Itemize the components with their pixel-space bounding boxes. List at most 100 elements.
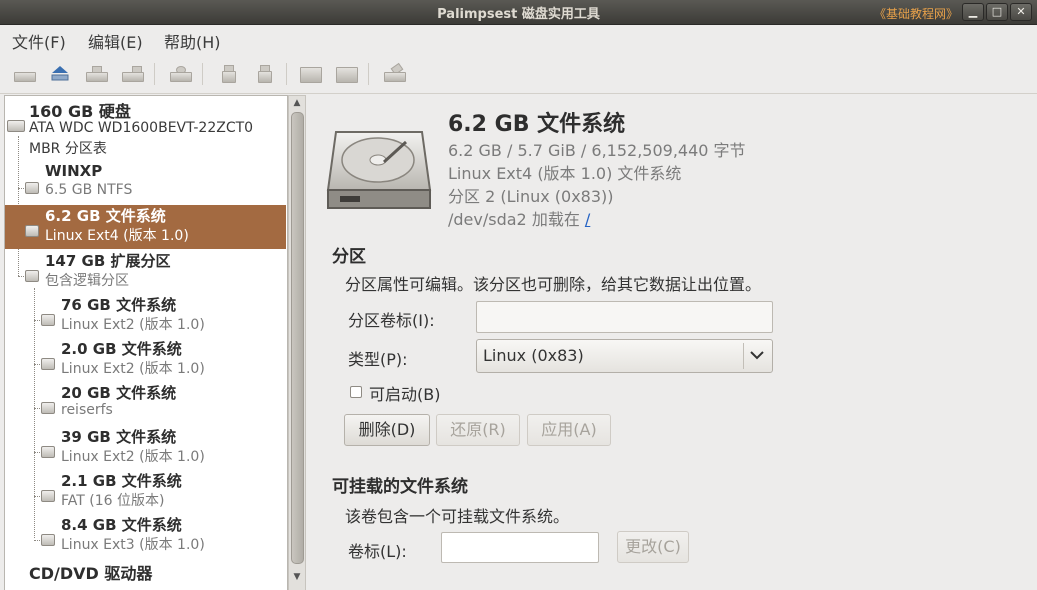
change-button[interactable]: 更改(C) [617, 531, 689, 563]
tree-item-title: 2.1 GB 文件系统 [61, 472, 182, 490]
partition-type-select[interactable]: Linux (0x83) [476, 339, 773, 373]
bootable-label[interactable]: 可启动(B) [369, 381, 440, 405]
partition-heading: 分区 [332, 247, 366, 267]
menu-file[interactable]: 文件(F) [12, 29, 66, 53]
volume-size: 6.2 GB / 5.7 GiB / 6,152,509,440 字节 [448, 141, 746, 160]
tree-item-subtitle: reiserfs [61, 402, 113, 418]
partition-icon [41, 358, 57, 370]
tree-item-logical[interactable]: 20 GB 文件系统 reiserfs [5, 382, 287, 426]
scroll-down-icon[interactable]: ▼ [289, 570, 305, 584]
volume-title: 6.2 GB 文件系统 [448, 112, 626, 137]
tree-item-selected-ext4[interactable]: 6.2 GB 文件系统 Linux Ext4 (版本 1.0) [5, 205, 286, 249]
tree-item-subtitle: Linux Ext2 (版本 1.0) [61, 449, 205, 465]
tree-scrollbar[interactable]: ▲ ▼ [288, 95, 306, 590]
chevron-down-icon[interactable] [749, 345, 765, 369]
tree-item-extended[interactable]: 147 GB 扩展分区 包含逻辑分区 [5, 250, 287, 294]
menu-bar: 文件(F) 编辑(E) 帮助(H) [0, 25, 1037, 53]
tree-item-subtitle: Linux Ext3 (版本 1.0) [61, 537, 205, 553]
partition-icon [25, 225, 41, 237]
device-tree[interactable]: 160 GB 硬盘 ATA WDC WD1600BEVT-22ZCT0 MBR … [4, 95, 288, 590]
partition-icon [41, 446, 57, 458]
minimize-button[interactable]: ▁ [962, 3, 984, 21]
tree-item-logical[interactable]: 39 GB 文件系统 Linux Ext2 (版本 1.0) [5, 426, 287, 470]
tree-item-title: WINXP [45, 162, 103, 180]
partition-label-label: 分区卷标(I): [348, 311, 435, 330]
mount-icon[interactable] [122, 65, 144, 83]
partition-icon [41, 402, 57, 414]
tree-item-subtitle: FAT (16 位版本) [61, 493, 165, 509]
benchmark-icon[interactable] [384, 62, 406, 83]
partition-icon [41, 314, 57, 326]
tree-item-title: 6.2 GB 文件系统 [45, 207, 166, 225]
menu-help[interactable]: 帮助(H) [164, 29, 221, 53]
hard-disk-large-icon [326, 131, 432, 209]
unmount-icon[interactable] [86, 65, 108, 83]
mount-prefix: /dev/sda2 加载在 [448, 210, 585, 229]
scroll-up-icon[interactable]: ▲ [289, 96, 305, 110]
combo-separator [743, 343, 744, 369]
tree-item-winxp[interactable]: WINXP 6.5 GB NTFS [5, 162, 287, 206]
smart-icon[interactable] [336, 65, 358, 83]
delete-button[interactable]: 删除(D) [344, 414, 430, 446]
format-icon[interactable] [300, 65, 322, 83]
partition-icon [41, 490, 57, 502]
check-icon[interactable] [170, 65, 192, 83]
partition-description: 分区属性可编辑。该分区也可删除，给其它数据让出位置。 [345, 275, 762, 294]
volume-filesystem: Linux Ext4 (版本 1.0) 文件系统 [448, 164, 682, 183]
volume-mount-info: /dev/sda2 加载在 / [448, 206, 590, 230]
tree-item-title: 2.0 GB 文件系统 [61, 340, 182, 358]
mount-point-link[interactable]: / [585, 210, 590, 229]
watermark-text: 《基础教程网》 [874, 7, 959, 21]
tree-item-subtitle: 包含逻辑分区 [45, 273, 129, 289]
partition-icon [41, 534, 57, 546]
create-partition-icon[interactable] [218, 65, 238, 83]
tree-item-title: CD/DVD 驱动器 [29, 564, 153, 583]
tree-item-title: 39 GB 文件系统 [61, 428, 177, 446]
partition-label-input[interactable] [476, 301, 773, 333]
toolbar-separator [286, 63, 287, 85]
title-bar[interactable]: Palimpsest 磁盘实用工具 《基础教程网》 ▁ □ ✕ [0, 0, 1037, 25]
tree-item-title: 160 GB 硬盘 [29, 102, 131, 121]
disk-utility-window: Palimpsest 磁盘实用工具 《基础教程网》 ▁ □ ✕ 文件(F) 编辑… [0, 0, 1037, 590]
tree-item-logical[interactable]: 8.4 GB 文件系统 Linux Ext3 (版本 1.0) [5, 514, 287, 558]
partition-type-label: 类型(P): [348, 350, 408, 369]
scroll-thumb[interactable] [291, 112, 304, 564]
hard-disk-icon [7, 120, 25, 132]
mountable-heading: 可挂载的文件系统 [332, 477, 468, 497]
maximize-button[interactable]: □ [986, 3, 1008, 21]
tree-item-title: 147 GB 扩展分区 [45, 252, 171, 270]
eject-glyph [51, 66, 69, 81]
partition-type-value: Linux (0x83) [483, 346, 584, 365]
revert-button[interactable]: 还原(R) [436, 414, 520, 446]
bootable-checkbox[interactable] [350, 386, 362, 398]
detach-icon[interactable] [14, 65, 36, 83]
menu-edit[interactable]: 编辑(E) [88, 29, 143, 53]
volume-label-label: 卷标(L): [348, 542, 407, 561]
tree-item-subtitle: 6.5 GB NTFS [45, 182, 133, 198]
toolbar [0, 55, 1037, 94]
mountable-description: 该卷包含一个可挂载文件系统。 [345, 507, 570, 526]
volume-label-input[interactable] [441, 532, 599, 563]
tree-item-subtitle: Linux Ext2 (版本 1.0) [61, 361, 205, 377]
close-button[interactable]: ✕ [1010, 3, 1032, 21]
tree-item-logical[interactable]: 76 GB 文件系统 Linux Ext2 (版本 1.0) [5, 294, 287, 338]
tree-item-logical[interactable]: 2.0 GB 文件系统 Linux Ext2 (版本 1.0) [5, 338, 287, 382]
apply-button[interactable]: 应用(A) [527, 414, 611, 446]
delete-partition-icon[interactable] [254, 65, 274, 83]
partition-icon [25, 182, 41, 194]
toolbar-separator [202, 63, 203, 85]
tree-item-logical[interactable]: 2.1 GB 文件系统 FAT (16 位版本) [5, 470, 287, 514]
tree-item-hard-disk[interactable]: 160 GB 硬盘 ATA WDC WD1600BEVT-22ZCT0 MBR … [5, 96, 287, 158]
toolbar-separator [154, 63, 155, 85]
tree-item-subtitle: ATA WDC WD1600BEVT-22ZCT0 [29, 120, 254, 136]
tree-item-subtitle: Linux Ext2 (版本 1.0) [61, 317, 205, 333]
tree-item-cd-dvd[interactable]: CD/DVD 驱动器 [5, 558, 287, 590]
partition-icon [25, 270, 41, 282]
tree-item-title: 8.4 GB 文件系统 [61, 516, 182, 534]
tree-item-subtitle: Linux Ext4 (版本 1.0) [45, 228, 189, 244]
tree-item-title: 76 GB 文件系统 [61, 296, 177, 314]
tree-item-title: 20 GB 文件系统 [61, 384, 177, 402]
tree-item-subtitle: MBR 分区表 [29, 141, 107, 157]
volume-partition: 分区 2 (Linux (0x83)) [448, 187, 614, 206]
eject-icon[interactable] [50, 65, 70, 83]
